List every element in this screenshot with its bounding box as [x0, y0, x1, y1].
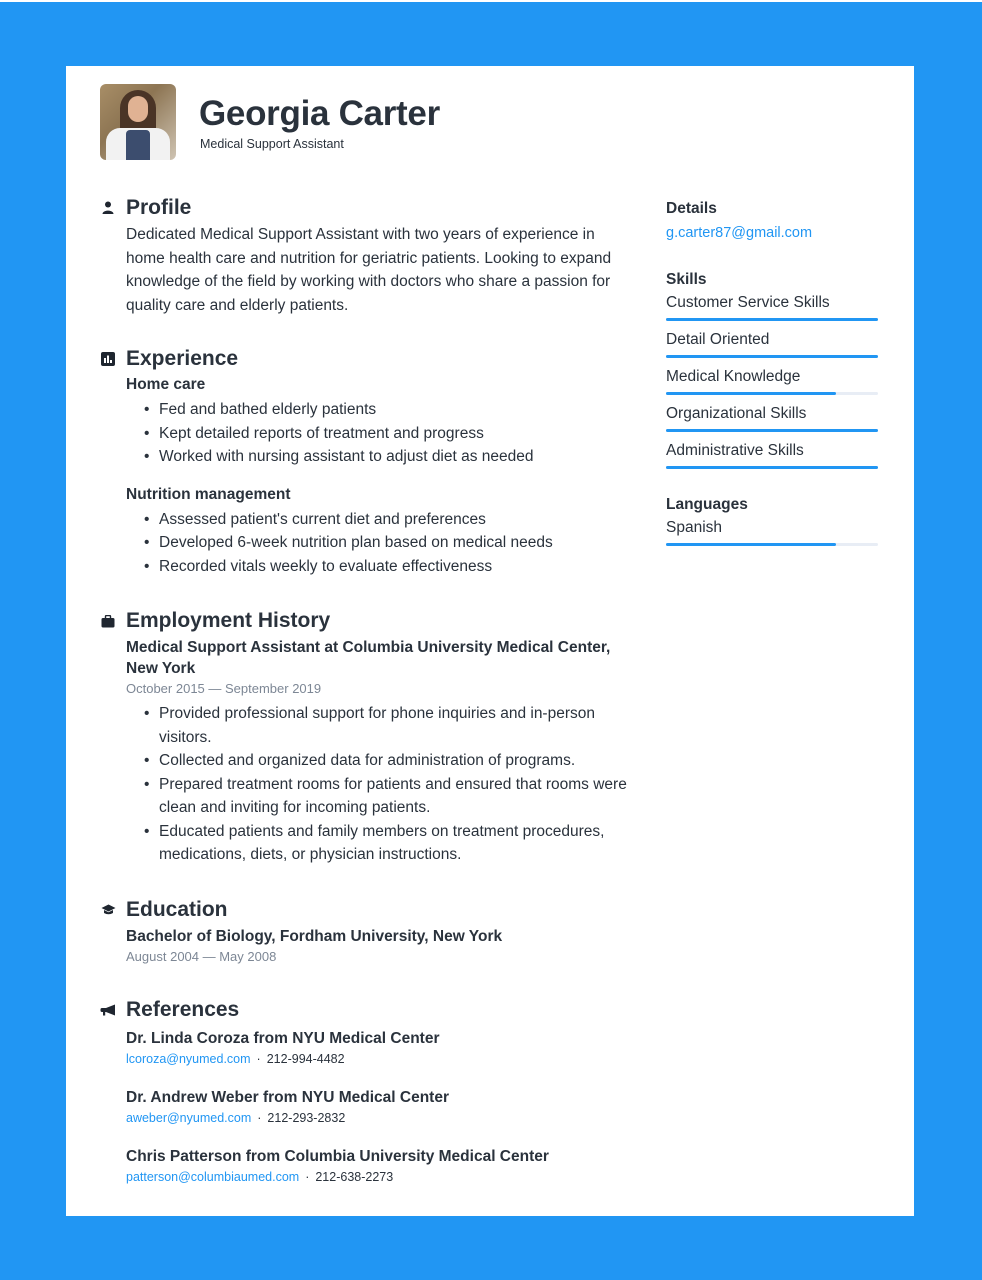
- skill-level-fill: [666, 355, 878, 358]
- skill-level-bar: [666, 429, 878, 432]
- bar-chart-icon: [100, 351, 116, 367]
- job-dates: October 2015 — September 2019: [126, 681, 322, 696]
- skill-level-fill: [666, 318, 878, 321]
- experience-title: Experience: [126, 347, 239, 370]
- languages-section: Languages Spanish: [666, 495, 878, 546]
- candidate-job-title: Medical Support Assistant: [200, 137, 344, 151]
- education-entry: Bachelor of Biology, Fordham University,…: [126, 926, 630, 967]
- skills-title: Skills: [666, 271, 707, 288]
- top-edge-line: [0, 0, 982, 2]
- experience-group: Home care Fed and bathed elderly patient…: [126, 374, 630, 469]
- language-level-fill: [666, 543, 836, 546]
- list-item: Educated patients and family members on …: [144, 820, 646, 867]
- profile-title: Profile: [126, 196, 192, 219]
- languages-title: Languages: [666, 496, 748, 513]
- reference-contact: lcoroza@nyumed.com · 212-994-4482: [126, 1049, 630, 1069]
- list-item: Worked with nursing assistant to adjust …: [144, 445, 630, 469]
- skill-label: Administrative Skills: [666, 442, 804, 459]
- education-degree: Bachelor of Biology, Fordham University,…: [126, 927, 503, 945]
- reference-phone: 212-293-2832: [267, 1110, 346, 1125]
- person-icon: [100, 200, 116, 216]
- employment-section: Employment History Medical Support Assis…: [100, 607, 630, 867]
- reference-entry: Dr. Andrew Weber from NYU Medical Center…: [126, 1087, 630, 1128]
- education-section: Education Bachelor of Biology, Fordham U…: [100, 896, 630, 967]
- job-duties-list: Provided professional support for phone …: [126, 702, 646, 867]
- list-item: Collected and organized data for adminis…: [144, 749, 646, 773]
- list-item: Kept detailed reports of treatment and p…: [144, 422, 630, 446]
- skill-level-fill: [666, 392, 836, 395]
- employment-title: Employment History: [126, 609, 331, 632]
- resume-page: Georgia Carter Medical Support Assistant…: [66, 66, 914, 1216]
- details-section: Details g.carter87@gmail.com: [666, 199, 878, 244]
- list-item: Recorded vitals weekly to evaluate effec…: [144, 555, 630, 579]
- reference-phone: 212-994-4482: [266, 1051, 345, 1066]
- separator-dot: ·: [257, 1110, 262, 1125]
- skill-label: Customer Service Skills: [666, 294, 830, 311]
- references-section: References Dr. Linda Coroza from NYU Med…: [100, 996, 630, 1187]
- reference-email-link[interactable]: patterson@columbiaumed.com: [126, 1170, 299, 1184]
- education-dates: August 2004 — May 2008: [126, 948, 277, 964]
- list-item: Fed and bathed elderly patients: [144, 398, 630, 422]
- reference-entry: Dr. Linda Coroza from NYU Medical Center…: [126, 1028, 630, 1069]
- details-title: Details: [666, 200, 717, 217]
- language-item: Spanish: [666, 515, 878, 546]
- separator-dot: ·: [256, 1051, 261, 1066]
- skill-level-fill: [666, 429, 878, 432]
- skill-level-bar: [666, 392, 878, 395]
- reference-contact: patterson@columbiaumed.com · 212-638-2273: [126, 1167, 630, 1187]
- reference-name: Dr. Andrew Weber from NYU Medical Center: [126, 1088, 449, 1106]
- references-title: References: [126, 997, 240, 1021]
- reference-name: Chris Patterson from Columbia University…: [126, 1147, 549, 1165]
- list-item: Prepared treatment rooms for patients an…: [144, 773, 646, 820]
- skill-item: Customer Service Skills: [666, 290, 878, 321]
- experience-section: Experience Home care Fed and bathed elde…: [100, 345, 630, 578]
- experience-list: Fed and bathed elderly patients Kept det…: [126, 398, 630, 469]
- education-title: Education: [126, 897, 228, 921]
- skill-item: Administrative Skills: [666, 436, 878, 469]
- photo-face: [128, 96, 148, 122]
- experience-group-title: Home care: [126, 376, 206, 393]
- profile-section: Profile Dedicated Medical Support Assist…: [100, 194, 630, 317]
- experience-group: Nutrition management Assessed patient's …: [126, 484, 630, 579]
- skill-level-bar: [666, 466, 878, 469]
- job-title: Medical Support Assistant at Columbia Un…: [126, 639, 611, 677]
- reference-name: Dr. Linda Coroza from NYU Medical Center: [126, 1029, 440, 1047]
- photo-shirt: [126, 130, 150, 160]
- list-item: Assessed patient's current diet and pref…: [144, 508, 630, 532]
- email-link[interactable]: g.carter87@gmail.com: [666, 222, 878, 244]
- skill-level-fill: [666, 466, 878, 469]
- skill-label: Detail Oriented: [666, 331, 770, 348]
- candidate-name: Georgia Carter: [199, 94, 440, 133]
- graduation-cap-icon: [100, 902, 116, 918]
- main-column: Profile Dedicated Medical Support Assist…: [100, 194, 630, 1187]
- megaphone-icon: [100, 1002, 116, 1018]
- language-label: Spanish: [666, 519, 723, 536]
- reference-entry: Chris Patterson from Columbia University…: [126, 1146, 630, 1187]
- profile-text: Dedicated Medical Support Assistant with…: [126, 226, 612, 314]
- profile-photo: [100, 84, 176, 160]
- reference-contact: aweber@nyumed.com · 212-293-2832: [126, 1108, 630, 1128]
- list-item: Developed 6-week nutrition plan based on…: [144, 531, 630, 555]
- reference-email-link[interactable]: lcoroza@nyumed.com: [126, 1052, 251, 1066]
- reference-phone: 212-638-2273: [315, 1169, 394, 1184]
- skill-level-bar: [666, 318, 878, 321]
- sidebar: Details g.carter87@gmail.com Skills Cust…: [666, 199, 878, 550]
- skill-level-bar: [666, 355, 878, 358]
- language-level-bar: [666, 543, 878, 546]
- briefcase-icon: [100, 613, 116, 629]
- skill-item: Medical Knowledge: [666, 362, 878, 395]
- skill-item: Organizational Skills: [666, 399, 878, 432]
- job-entry: Medical Support Assistant at Columbia Un…: [126, 637, 630, 867]
- skill-item: Detail Oriented: [666, 325, 878, 358]
- experience-group-title: Nutrition management: [126, 485, 291, 503]
- reference-email-link[interactable]: aweber@nyumed.com: [126, 1111, 251, 1125]
- list-item: Provided professional support for phone …: [144, 702, 646, 749]
- separator-dot: ·: [305, 1169, 310, 1184]
- skills-section: Skills Customer Service Skills Detail Or…: [666, 270, 878, 469]
- experience-list: Assessed patient's current diet and pref…: [126, 508, 630, 579]
- skill-label: Medical Knowledge: [666, 368, 801, 385]
- skill-label: Organizational Skills: [666, 405, 807, 422]
